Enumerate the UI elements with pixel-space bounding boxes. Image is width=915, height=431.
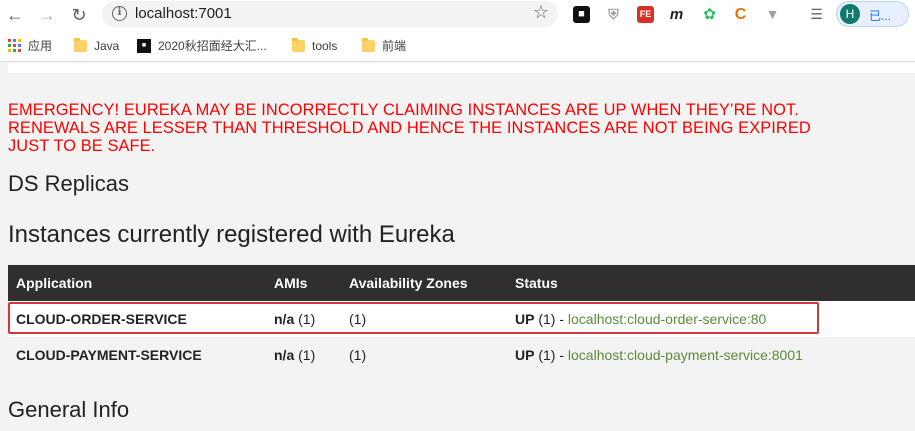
tabbed-icon[interactable]: ■ [573,6,590,23]
emergency-line: JUST TO BE SAFE. [8,137,156,155]
shield-icon[interactable]: ⛨ [605,6,622,23]
emergency-line: EMERGENCY! EUREKA MAY BE INCORRECTLY CLA… [8,101,799,119]
bookmarks-bar: 应用 Java ■ 2020秋招面经大汇... tools 前端 [0,30,915,62]
bookmark-label: 2020秋招面经大汇... [158,39,267,53]
folder-icon [292,38,305,52]
application-name: CLOUD-PAYMENT-SERVICE [16,347,202,363]
profile-label: 已... [869,9,892,23]
m-icon[interactable]: m [668,6,685,23]
bookmark-interview[interactable]: ■ 2020秋招面经大汇... [137,38,267,54]
instances-table: Application AMIs Availability Zones Stat… [8,265,915,373]
status-count: (1) - [538,347,565,363]
address-bar[interactable]: i localhost:7001 ☆ [102,1,558,27]
fe-icon[interactable]: FE [637,6,654,23]
evernote-icon[interactable]: ✿ [701,6,718,23]
bookmark-star-icon[interactable]: ☆ [533,2,549,23]
general-info-heading: General Info [8,397,130,422]
emergency-warning: EMERGENCY! EUREKA MAY BE INCORRECTLY CLA… [8,101,908,155]
bookmark-label: 前端 [382,39,407,53]
highlight-box [8,302,819,334]
browser-toolbar: ← → ↻ i localhost:7001 ☆ ■ ⛨ FE m ✿ C ▼ … [0,0,915,30]
table-header: Application AMIs Availability Zones Stat… [8,265,915,301]
bookmark-tools[interactable]: tools [292,38,337,54]
table-row: CLOUD-PAYMENT-SERVICE n/a (1) (1) UP (1)… [8,337,915,373]
folder-icon [74,38,87,52]
page-top-bar [8,63,915,73]
v-icon[interactable]: ▼ [764,6,781,23]
back-arrow-icon[interactable]: ← [4,4,26,26]
c-icon[interactable]: C [732,6,749,23]
forward-arrow-icon[interactable]: → [36,4,58,26]
folder-icon [362,38,375,52]
reload-icon[interactable]: ↻ [68,4,90,26]
bookmark-apps[interactable]: 应用 [8,38,52,54]
profile-button[interactable]: H 已... [836,1,909,27]
site-info-icon[interactable]: i [112,6,127,21]
emergency-line: RENEWALS ARE LESSER THAN THRESHOLD AND H… [8,119,811,137]
header-application: Application [16,275,93,291]
avatar: H [840,4,860,24]
availability-zones: (1) [349,347,367,363]
address-url[interactable]: localhost:7001 [135,5,232,22]
ami-count: (1) [298,347,316,363]
header-status: Status [515,275,558,291]
instances-heading: Instances currently registered with Eure… [8,221,455,248]
header-availability-zones: Availability Zones [349,275,468,291]
instance-link[interactable]: localhost:cloud-payment-service:8001 [568,347,803,363]
bookmark-frontend[interactable]: 前端 [362,38,406,54]
table-row: CLOUD-ORDER-SERVICE n/a (1) (1) UP (1) -… [8,301,915,337]
playlist-icon[interactable]: ☰ [808,6,825,23]
eureka-page: EMERGENCY! EUREKA MAY BE INCORRECTLY CLA… [0,63,915,431]
ds-replicas-heading: DS Replicas [8,171,130,196]
header-amis: AMIs [274,275,308,291]
apps-icon [8,39,21,52]
ami-value: n/a [274,347,295,363]
bookmark-label: Java [94,39,120,53]
bookmark-label: 应用 [28,39,53,53]
status-value: UP [515,347,535,363]
site-icon: ■ [137,39,151,53]
bookmark-java[interactable]: Java [74,38,119,54]
bookmark-label: tools [312,39,338,53]
